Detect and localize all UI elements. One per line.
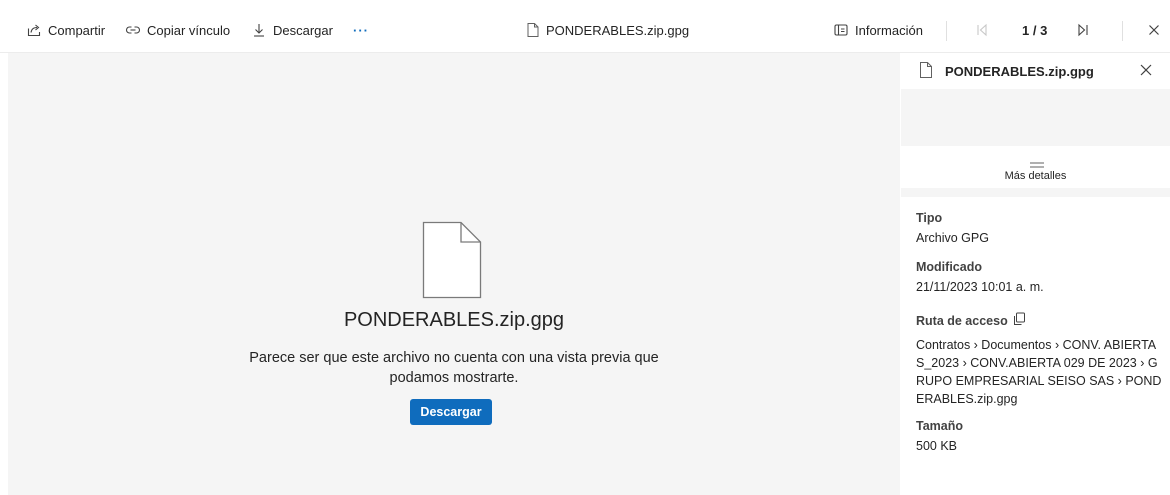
panel-title: PONDERABLES.zip.gpg — [945, 64, 1094, 79]
size-value: 500 KB — [916, 439, 958, 453]
more-label: ··· — [353, 22, 369, 38]
file-icon — [919, 61, 933, 84]
download-icon — [251, 22, 267, 38]
share-label: Compartir — [48, 22, 106, 38]
file-title: PONDERABLES.zip.gpg — [526, 8, 689, 52]
link-icon — [125, 22, 141, 38]
more-details-label: Más detalles — [1004, 170, 1067, 182]
download-button[interactable]: Descargar — [410, 399, 492, 425]
info-label: Información — [855, 22, 923, 38]
preview-filename: PONDERABLES.zip.gpg — [343, 309, 565, 331]
page-indicator: 1 / 3 — [1022, 8, 1047, 52]
copy-icon[interactable] — [1013, 312, 1026, 331]
path-value: Contratos › Documentos › CONV. ABIERTAS_… — [916, 338, 1162, 406]
more-details-button[interactable]: Más detalles — [901, 146, 1170, 188]
copy-link-label: Copiar vínculo — [147, 22, 231, 38]
details-panel: PONDERABLES.zip.gpg Más detalles Tipo Ar… — [901, 53, 1170, 495]
download-toolbar-button[interactable]: Descargar — [251, 8, 333, 52]
type-value: Archivo GPG — [916, 231, 989, 245]
first-page-icon — [974, 22, 990, 38]
share-icon — [26, 22, 42, 38]
thumbnail-area — [901, 89, 1170, 146]
size-label: Tamaño — [916, 419, 963, 433]
modified-value: 21/11/2023 10:01 a. m. — [916, 280, 1044, 294]
last-page-icon — [1075, 22, 1091, 38]
info-panel-icon — [833, 22, 849, 38]
more-icon[interactable]: ··· — [353, 8, 369, 52]
panel-divider — [901, 188, 1170, 197]
preview-area: PONDERABLES.zip.gpg Parece ser que este … — [8, 53, 900, 495]
toolbar-divider — [946, 21, 947, 41]
type-label: Tipo — [916, 211, 943, 225]
info-button[interactable]: Información — [833, 8, 923, 52]
toolbar: Compartir Copiar vínculo Descargar ··· P… — [0, 8, 1170, 53]
share-button[interactable]: Compartir — [26, 8, 105, 52]
no-preview-message: Parece ser que este archivo no cuenta co… — [249, 350, 659, 386]
first-page-button[interactable] — [974, 8, 990, 52]
panel-header: PONDERABLES.zip.gpg — [901, 53, 1170, 89]
download-toolbar-label: Descargar — [273, 22, 333, 38]
file-title-label: PONDERABLES.zip.gpg — [546, 22, 690, 38]
close-viewer-button[interactable] — [1146, 8, 1162, 52]
file-icon — [422, 221, 482, 304]
last-page-button[interactable] — [1075, 8, 1091, 52]
toolbar-divider — [1122, 21, 1123, 41]
file-icon — [526, 22, 540, 38]
modified-label: Modificado — [916, 260, 982, 274]
close-icon — [1146, 22, 1162, 38]
copy-link-button[interactable]: Copiar vínculo — [125, 8, 230, 52]
path-label: Ruta de acceso — [916, 314, 1008, 328]
page-indicator-label: 1 / 3 — [1022, 22, 1048, 38]
close-icon[interactable] — [1139, 63, 1153, 82]
